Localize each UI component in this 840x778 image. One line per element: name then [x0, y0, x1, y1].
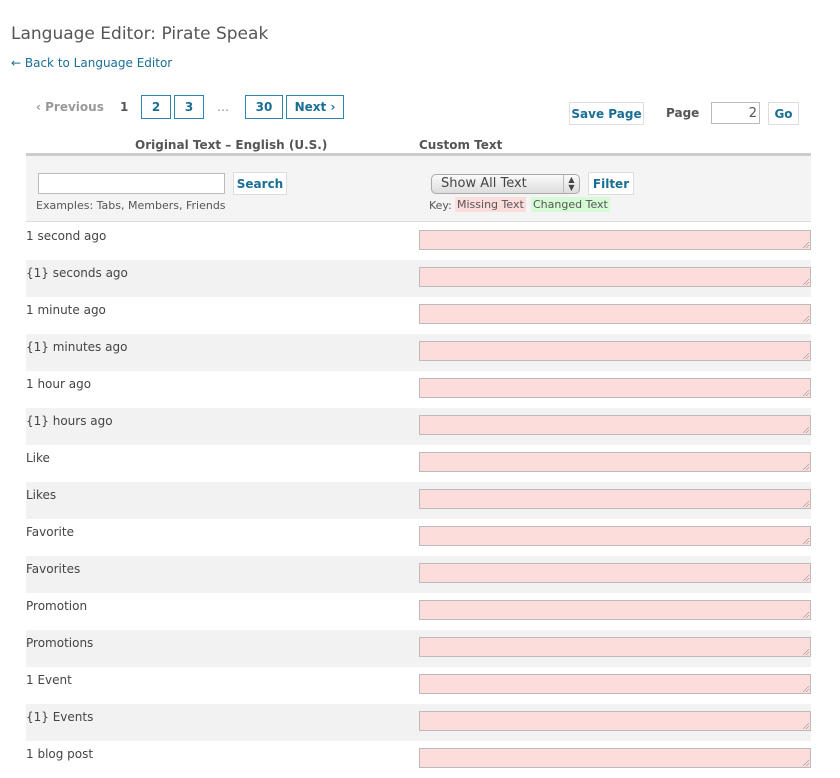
table-row: 1 second ago: [26, 223, 811, 260]
table-row: {1} seconds ago: [26, 260, 811, 297]
table-row: {1} hours ago: [26, 408, 811, 445]
table-row: Promotions: [26, 630, 811, 667]
table-row: Likes: [26, 482, 811, 519]
original-text: 1 second ago: [26, 229, 107, 243]
table-row: Favorites: [26, 556, 811, 593]
next-button[interactable]: Next ›: [286, 95, 344, 119]
table-row: 1 Event: [26, 667, 811, 704]
custom-text-input[interactable]: [419, 637, 811, 657]
page-30-button[interactable]: 30: [245, 95, 283, 119]
table-row: 1 minute ago: [26, 297, 811, 334]
custom-text-input[interactable]: [419, 526, 811, 546]
table-row: 1 blog post: [26, 741, 811, 778]
original-text: Likes: [26, 488, 57, 502]
missing-text-key: Missing Text: [455, 197, 526, 212]
changed-text-key: Changed Text: [531, 197, 610, 212]
search-button[interactable]: Search: [233, 172, 287, 195]
filter-select[interactable]: Show All Text ▲ ▼: [431, 174, 580, 194]
custom-text-input[interactable]: [419, 489, 811, 509]
page-title: Language Editor: Pirate Speak: [11, 24, 269, 44]
original-text: Favorite: [26, 525, 74, 539]
custom-text-header: Custom Text: [419, 138, 503, 152]
table-row: {1} Events: [26, 704, 811, 741]
custom-text-input[interactable]: [419, 711, 811, 731]
page-2-button[interactable]: 2: [141, 95, 171, 119]
page-label: Page: [666, 106, 700, 120]
custom-text-input[interactable]: [419, 563, 811, 583]
table-row: Promotion: [26, 593, 811, 630]
table-row: Favorite: [26, 519, 811, 556]
original-text: Like: [26, 451, 50, 465]
custom-text-input[interactable]: [419, 267, 811, 287]
custom-text-input[interactable]: [419, 341, 811, 361]
original-text: {1} hours ago: [26, 414, 113, 428]
custom-text-input[interactable]: [419, 748, 811, 768]
save-page-button[interactable]: Save Page: [569, 102, 644, 125]
pagination-ellipsis: …: [217, 100, 229, 114]
current-page: 1: [120, 100, 129, 114]
table-row: {1} minutes ago: [26, 334, 811, 371]
original-text: {1} seconds ago: [26, 266, 128, 280]
custom-text-input[interactable]: [419, 378, 811, 398]
custom-text-input[interactable]: [419, 304, 811, 324]
key-label: Key:: [429, 199, 452, 212]
page-number-input[interactable]: [711, 102, 760, 124]
back-link[interactable]: ← Back to Language Editor: [11, 56, 172, 70]
custom-text-input[interactable]: [419, 415, 811, 435]
table-row: Like: [26, 445, 811, 482]
table-row: 1 hour ago: [26, 371, 811, 408]
custom-text-input[interactable]: [419, 600, 811, 620]
custom-text-input[interactable]: [419, 452, 811, 472]
original-text: 1 minute ago: [26, 303, 106, 317]
filter-select-value: Show All Text: [441, 176, 527, 191]
search-input[interactable]: [38, 173, 225, 194]
original-text: 1 hour ago: [26, 377, 92, 391]
filter-button[interactable]: Filter: [588, 172, 634, 195]
original-text: {1} minutes ago: [26, 340, 128, 354]
original-text: Promotion: [26, 599, 88, 613]
original-text-header: Original Text – English (U.S.): [135, 138, 328, 152]
original-text: Favorites: [26, 562, 81, 576]
original-text: 1 Event: [26, 673, 72, 687]
page-3-button[interactable]: 3: [174, 95, 204, 119]
original-text: Promotions: [26, 636, 94, 650]
original-text: {1} Events: [26, 710, 94, 724]
custom-text-input[interactable]: [419, 230, 811, 250]
search-examples: Examples: Tabs, Members, Friends: [36, 199, 226, 212]
previous-button[interactable]: ‹ Previous: [36, 95, 104, 119]
custom-text-input[interactable]: [419, 674, 811, 694]
original-text: 1 blog post: [26, 747, 94, 761]
select-arrows-icon: ▲ ▼: [563, 175, 579, 193]
go-button[interactable]: Go: [768, 102, 799, 125]
